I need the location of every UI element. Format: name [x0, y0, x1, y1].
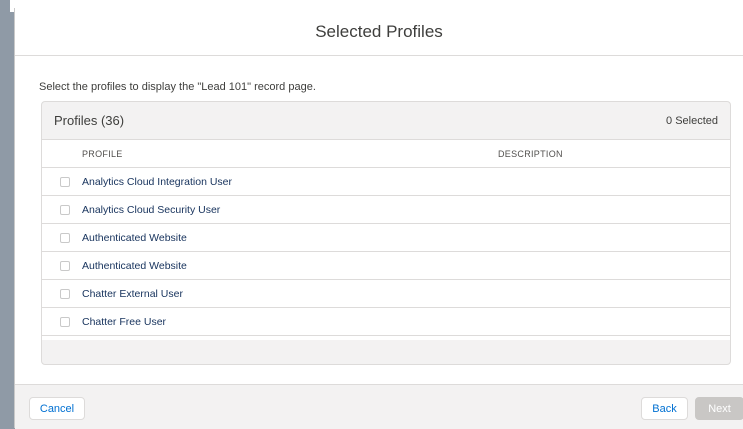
- row-checkbox[interactable]: [60, 177, 70, 187]
- column-header-profile: PROFILE: [82, 149, 123, 159]
- cancel-button[interactable]: Cancel: [29, 397, 85, 420]
- profiles-table: PROFILE DESCRIPTION Analytics Cloud Inte…: [42, 140, 730, 340]
- modal-footer: Cancel Back Next: [15, 384, 743, 429]
- row-checkbox[interactable]: [60, 317, 70, 327]
- profile-name[interactable]: Chatter Free User: [82, 316, 166, 328]
- profile-name[interactable]: Authenticated Website: [82, 232, 187, 244]
- selected-profiles-modal: Selected Profiles Select the profiles to…: [14, 8, 743, 429]
- modal-header: Selected Profiles: [15, 8, 743, 56]
- row-checkbox[interactable]: [60, 289, 70, 299]
- row-checkbox[interactable]: [60, 205, 70, 215]
- instructions-text: Select the profiles to display the "Lead…: [39, 81, 316, 93]
- table-row[interactable]: Analytics Cloud Integration User: [42, 168, 730, 196]
- profile-name[interactable]: Authenticated Website: [82, 260, 187, 272]
- column-header-description: DESCRIPTION: [498, 149, 563, 159]
- selected-count: 0 Selected: [666, 114, 718, 127]
- table-row[interactable]: Analytics Cloud Security User: [42, 196, 730, 224]
- row-checkbox[interactable]: [60, 261, 70, 271]
- profile-name[interactable]: Analytics Cloud Security User: [82, 204, 220, 216]
- table-row[interactable]: Authenticated Website: [42, 252, 730, 280]
- profiles-count-title: Profiles (36): [54, 113, 125, 128]
- table-header: PROFILE DESCRIPTION: [42, 140, 730, 168]
- table-row[interactable]: Chatter Free User: [42, 308, 730, 336]
- table-row[interactable]: Authenticated Website: [42, 224, 730, 252]
- profiles-card: Profiles (36) 0 Selected PROFILE DESCRIP…: [41, 101, 731, 365]
- profile-name[interactable]: Chatter External User: [82, 288, 183, 300]
- modal-title: Selected Profiles: [315, 21, 443, 41]
- back-button[interactable]: Back: [641, 397, 688, 420]
- profile-name[interactable]: Analytics Cloud Integration User: [82, 176, 232, 188]
- card-header: Profiles (36) 0 Selected: [42, 102, 730, 140]
- table-row[interactable]: Chatter External User: [42, 280, 730, 308]
- next-button[interactable]: Next: [695, 397, 743, 420]
- row-checkbox[interactable]: [60, 233, 70, 243]
- backdrop-left: [0, 0, 10, 428]
